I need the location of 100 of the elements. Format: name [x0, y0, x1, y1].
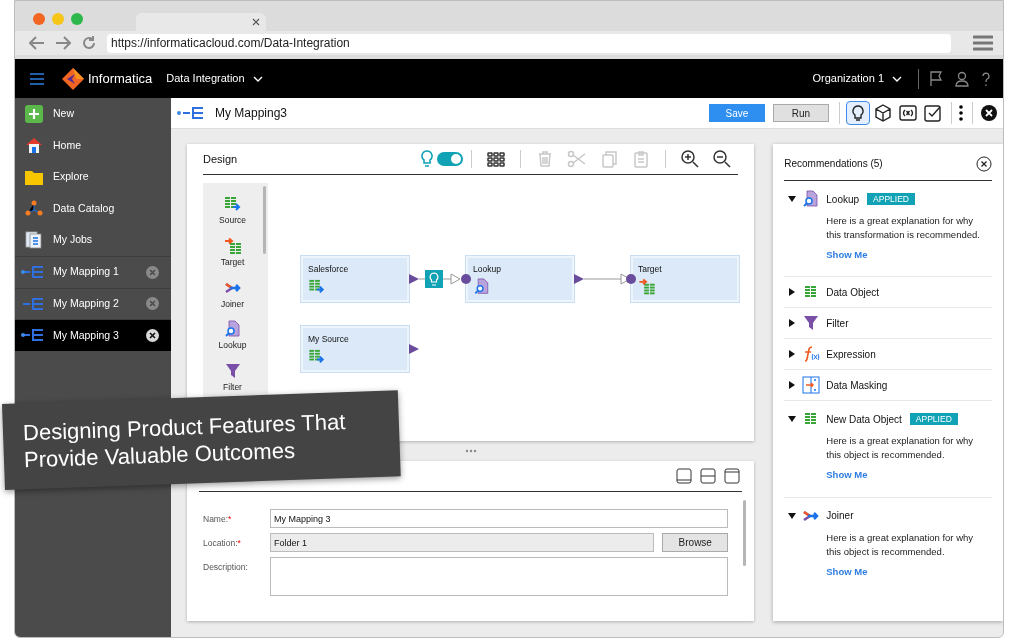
sidebar-item[interactable]: My Jobs — [15, 224, 171, 256]
recommendations-switch[interactable] — [437, 152, 464, 166]
sidebar-item[interactable]: Home — [15, 129, 171, 162]
zoom-in-icon[interactable] — [680, 149, 701, 169]
transformation-node[interactable]: My Source — [301, 326, 409, 372]
resize-handle-icon[interactable] — [464, 449, 477, 453]
palette-item-label[interactable]: Target — [220, 255, 245, 269]
node-label: My Source — [308, 333, 350, 346]
more-icon[interactable] — [958, 104, 964, 122]
document-search-icon — [802, 190, 821, 208]
palette-item-label[interactable]: Source — [219, 214, 246, 227]
recommendation-explanation: Here is a great explanation for why this object is recommended. — [826, 530, 975, 559]
layout-top-icon[interactable] — [724, 468, 741, 484]
text-field[interactable]: My Mapping 3 — [270, 509, 729, 528]
caret-icon[interactable] — [788, 381, 797, 390]
sidebar-label: Explore — [53, 169, 90, 185]
organization-dropdown[interactable]: Organization 1 — [812, 70, 902, 87]
transformation-node[interactable]: Salesforce — [301, 256, 409, 302]
description-field[interactable] — [270, 557, 729, 596]
arrow-table-icon — [223, 236, 242, 255]
text-field[interactable]: Folder 1 — [270, 533, 655, 552]
show-me-link[interactable]: Show Me — [826, 248, 868, 263]
recommendation-name[interactable]: Joiner — [826, 508, 854, 523]
forward-icon[interactable] — [55, 36, 71, 50]
back-icon[interactable] — [29, 36, 45, 50]
scrollbar-thumb[interactable] — [743, 500, 747, 566]
caret-icon[interactable] — [788, 288, 797, 297]
recommendation-name[interactable]: Lookup — [826, 191, 860, 207]
sidebar-item[interactable]: My Mapping 1 — [15, 255, 171, 288]
palette-item-label[interactable]: Joiner — [220, 297, 245, 311]
caret-icon[interactable] — [788, 415, 797, 424]
address-bar[interactable]: https://informaticacloud.com/Data-Integration — [107, 33, 951, 53]
node-label: Salesforce — [308, 263, 350, 276]
table-arrow-icon — [308, 347, 326, 365]
panel-title: Design — [203, 151, 238, 167]
output-port-icon — [409, 344, 419, 354]
caret-icon[interactable] — [788, 195, 797, 203]
field-label: Description: — [203, 561, 249, 574]
funnel-icon — [223, 362, 242, 380]
recommendation-explanation: Here is a great explanation for why this transformation is recommended. — [826, 214, 981, 242]
panel-toggle-button[interactable] — [846, 101, 870, 125]
show-me-link[interactable]: Show Me — [826, 564, 868, 579]
caret-icon[interactable] — [788, 319, 797, 328]
close-icon[interactable] — [976, 155, 992, 172]
mapping-tree-icon — [23, 328, 45, 343]
recommendation-name[interactable]: Data Masking — [826, 377, 888, 393]
user-icon[interactable] — [955, 70, 969, 87]
applied-badge: APPLIED — [867, 193, 915, 205]
mapping-tree-icon — [183, 106, 205, 120]
cube-icon — [873, 103, 893, 123]
menu-icon[interactable] — [29, 71, 45, 86]
browse-button[interactable]: Browse — [662, 533, 729, 552]
caret-icon[interactable] — [788, 350, 797, 359]
flag-icon[interactable] — [929, 70, 943, 87]
folder-icon — [25, 169, 43, 185]
node-label: Lookup — [473, 263, 502, 276]
brand-name: Informatica — [88, 69, 153, 88]
zoom-out-icon[interactable] — [712, 149, 733, 169]
layout-bottom-icon[interactable] — [676, 468, 693, 484]
run-button[interactable]: Run — [773, 104, 829, 122]
sidebar-label: My Mapping 3 — [53, 327, 120, 343]
scrollbar-thumb[interactable] — [263, 186, 266, 254]
sidebar-item[interactable]: My Mapping 3 — [15, 319, 171, 351]
plus-icon — [25, 104, 43, 123]
product-dropdown[interactable]: Data Integration — [166, 70, 263, 87]
lightbulb-icon — [421, 150, 434, 168]
recommendation-name[interactable]: Expression — [826, 346, 876, 362]
chevron-down-icon — [892, 75, 902, 82]
recommendation-name[interactable]: Data Object — [826, 284, 880, 300]
table-arrow-icon — [308, 277, 326, 295]
transformation-node[interactable]: Target — [631, 256, 739, 302]
help-icon[interactable] — [981, 70, 991, 87]
show-me-link[interactable]: Show Me — [826, 468, 868, 483]
grid-icon[interactable] — [486, 149, 507, 169]
validation-icon — [923, 103, 943, 123]
home-icon — [25, 136, 43, 155]
sidebar-label: Home — [53, 137, 82, 153]
transformation-node[interactable]: Lookup — [466, 256, 574, 302]
recommendation-name[interactable]: New Data Object — [826, 411, 902, 427]
sidebar-item[interactable]: Data Catalog — [15, 192, 171, 225]
recommendation-marker-icon — [425, 270, 443, 288]
palette-item-label[interactable]: Lookup — [218, 339, 247, 352]
caret-icon[interactable] — [788, 511, 797, 520]
sidebar-item[interactable]: New — [15, 98, 171, 130]
table-arrow-icon — [223, 195, 242, 213]
layout-split-icon[interactable] — [700, 468, 717, 484]
sidebar-label: My Mapping 2 — [53, 296, 120, 311]
palette-item-label[interactable]: Filter — [223, 381, 242, 394]
sidebar-item[interactable]: Explore — [15, 161, 171, 193]
mapping-tree-icon — [23, 296, 45, 311]
menu-icon[interactable] — [973, 35, 993, 51]
recommendation-name[interactable]: Filter — [826, 315, 849, 331]
sidebar-label: My Jobs — [53, 232, 94, 248]
function-icon — [898, 103, 918, 123]
close-icon[interactable] — [146, 328, 159, 342]
banner-title: Designing Product Features That Provide Valuable Outcomes — [22, 408, 347, 474]
reload-icon[interactable] — [81, 35, 97, 51]
close-icon[interactable] — [252, 18, 260, 26]
arrow-table-icon — [638, 277, 656, 295]
close-icon[interactable] — [981, 105, 997, 121]
